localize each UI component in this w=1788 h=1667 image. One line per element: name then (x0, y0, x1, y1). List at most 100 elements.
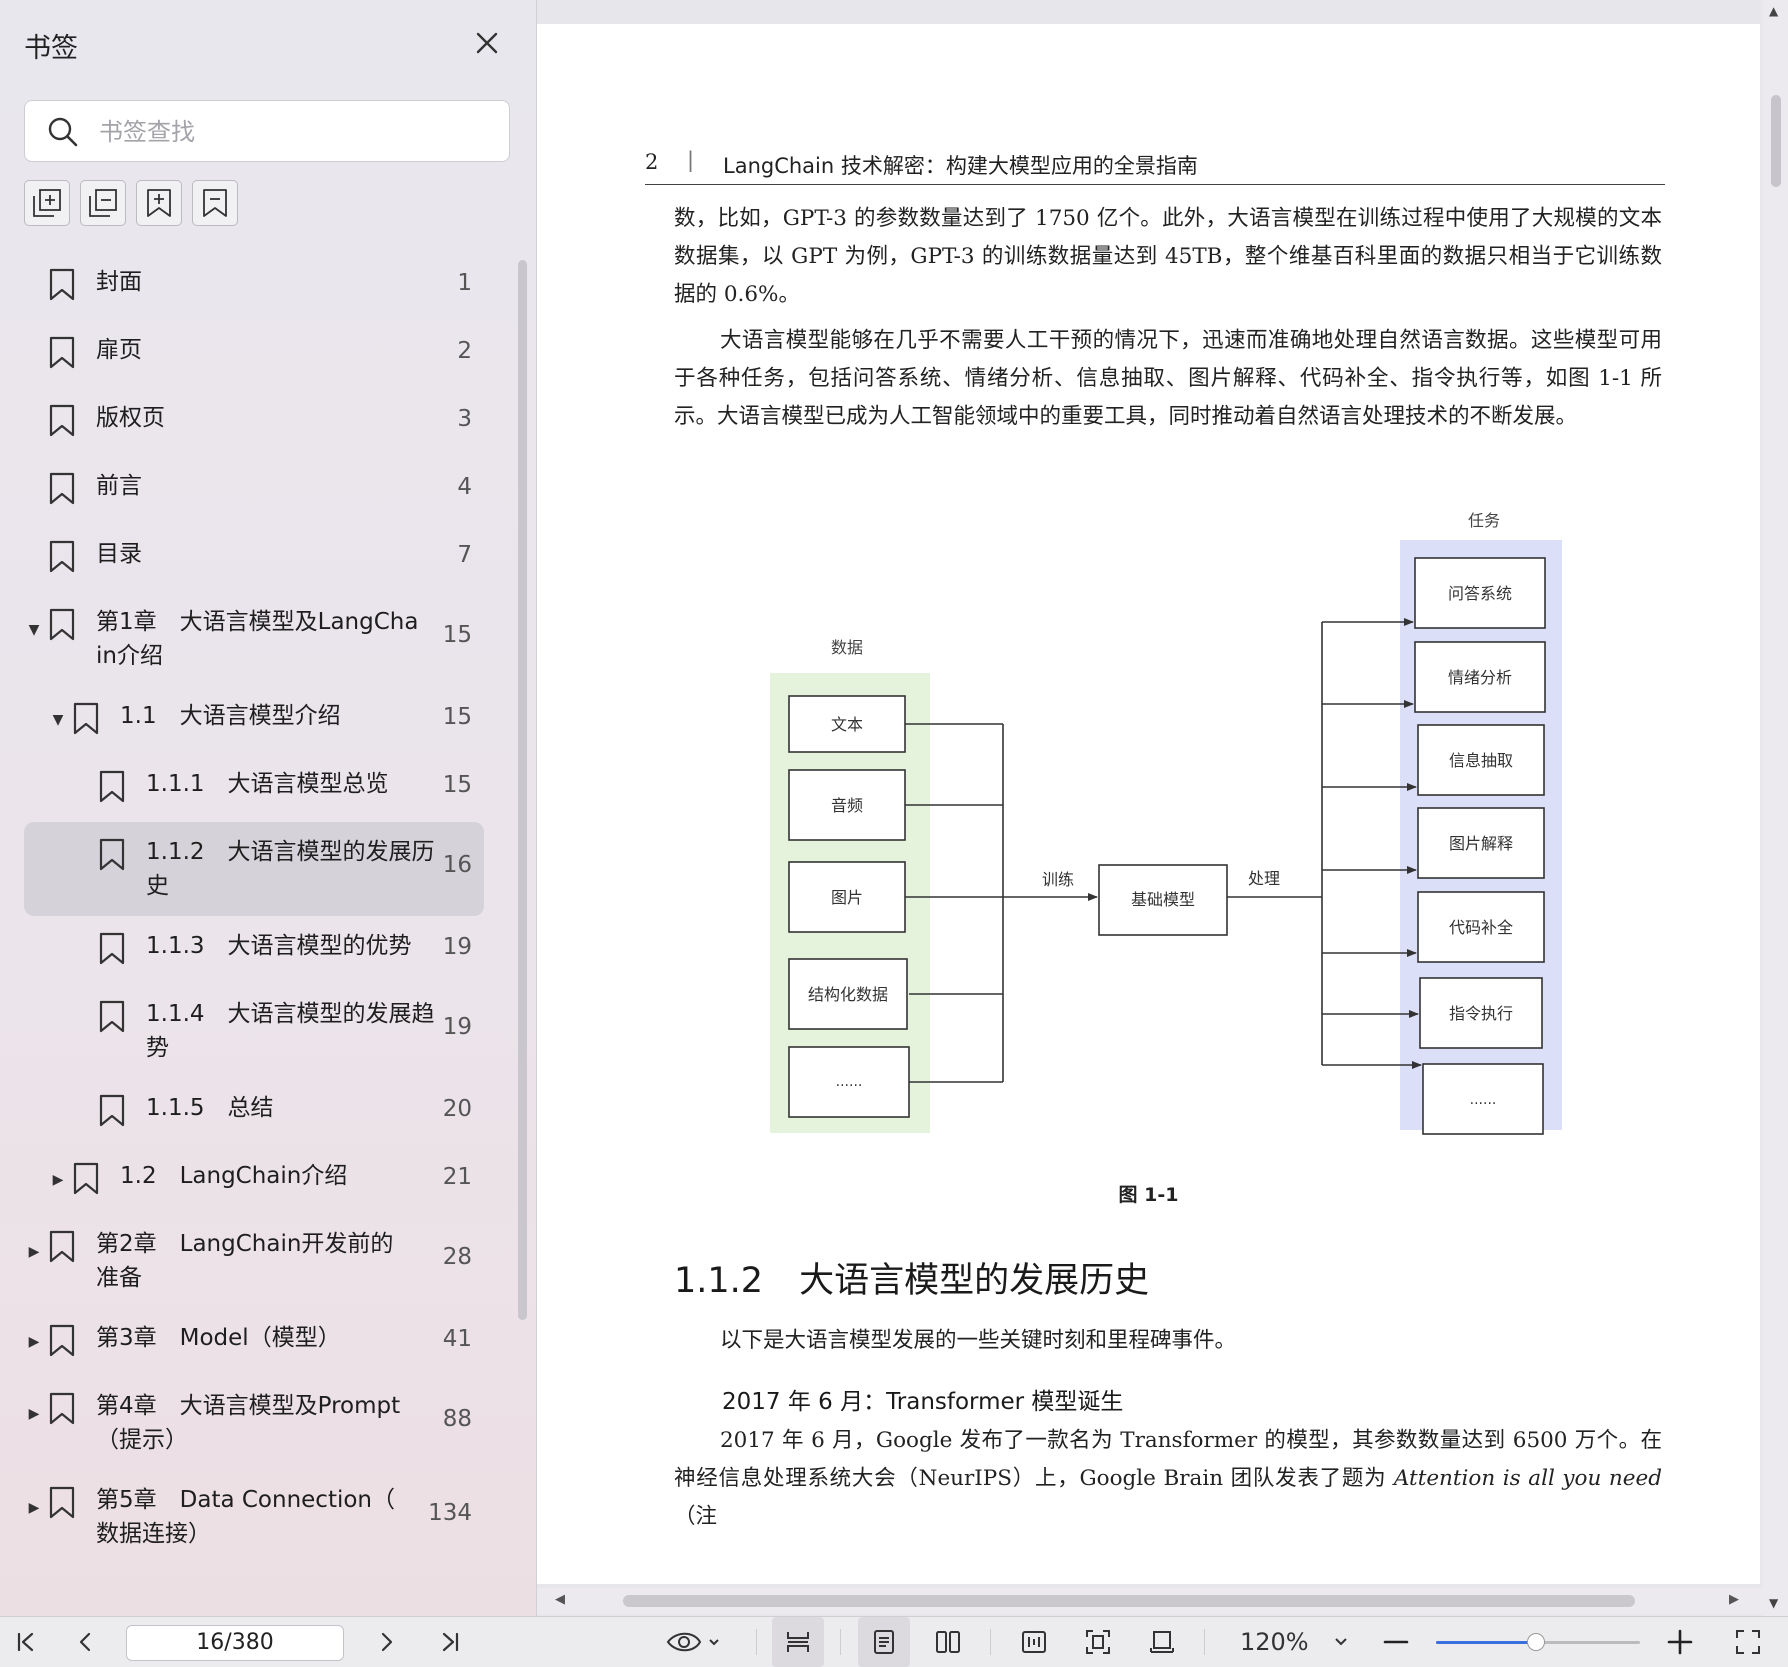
bookmark-item[interactable]: 目录 7 (0, 524, 510, 592)
bookmark-icon (99, 838, 125, 871)
bookmark-page-icon[interactable] (192, 180, 238, 226)
close-icon[interactable] (470, 26, 504, 60)
task-item-label: 情绪分析 (1448, 668, 1512, 687)
task-item-label: 代码补全 (1449, 918, 1513, 937)
bookmark-item[interactable]: 1.1.1 大语言模型总览 15 (0, 754, 510, 822)
collapsed-triangle-icon[interactable]: ▶ (26, 1244, 42, 1260)
bookmark-icon (73, 1162, 99, 1195)
collapsed-triangle-icon[interactable]: ▶ (26, 1406, 42, 1422)
toolbar-divider (1204, 1629, 1205, 1655)
single-page-icon[interactable] (858, 1617, 910, 1667)
task-item-label: ...... (1470, 1092, 1497, 1108)
last-page-icon[interactable] (430, 1617, 470, 1667)
bookmark-item[interactable]: 1.1.3 大语言模型的优势 19 (0, 916, 510, 984)
next-page-icon[interactable] (366, 1617, 406, 1667)
scroll-right-icon[interactable]: ▶ (1729, 1592, 1739, 1607)
bookmark-item[interactable]: ▼ 第1章 大语言模型及LangCha in介绍 15 (0, 592, 510, 686)
bookmark-item[interactable]: ▶ 第3章 Model（模型） 41 (0, 1308, 510, 1376)
expanded-triangle-icon[interactable]: ▼ (26, 622, 42, 638)
collapsed-triangle-icon[interactable]: ▶ (26, 1500, 42, 1516)
body-block-top: 数，比如，GPT-3 的参数数量达到了 1750 亿个。此外，大语言模型在训练过… (674, 200, 1662, 436)
scroll-left-icon[interactable]: ◀ (555, 1592, 565, 1607)
two-page-icon[interactable] (922, 1617, 974, 1667)
task-box: 代码补全 (1417, 891, 1545, 963)
data-box: ...... (788, 1046, 910, 1118)
header-rule (645, 184, 1665, 185)
bookmark-icon (99, 770, 125, 803)
zoom-out-icon[interactable] (1378, 1617, 1414, 1667)
zoom-in-icon[interactable] (1662, 1617, 1698, 1667)
bookmark-page-number: 88 (442, 1406, 472, 1432)
bookmark-item[interactable]: ▼ 1.1 大语言模型介绍 15 (0, 686, 510, 754)
bookmark-item[interactable]: ▶ 第2章 LangChain开发前的 准备 28 (0, 1214, 510, 1308)
bookmark-item[interactable]: 1.1.2 大语言模型的发展历 史 16 (24, 822, 484, 916)
subheading: 2017 年 6 月：Transformer 模型诞生 (722, 1389, 1124, 1415)
collapse-all-icon[interactable] (80, 180, 126, 226)
bookmark-icon (49, 1486, 75, 1519)
first-page-icon[interactable] (6, 1617, 46, 1667)
bookmark-item[interactable]: ▶ 第4章 大语言模型及Prompt （提示） 88 (0, 1376, 510, 1470)
view-mode-eye-icon[interactable] (664, 1617, 724, 1667)
previous-page-icon[interactable] (66, 1617, 106, 1667)
zoom-slider-knob[interactable] (1526, 1633, 1545, 1651)
fit-width-icon[interactable] (1008, 1617, 1060, 1667)
continuous-scroll-icon[interactable] (772, 1617, 824, 1667)
fullscreen-icon[interactable] (1728, 1617, 1768, 1667)
bookmark-page-number: 2 (457, 338, 472, 364)
data-box: 结构化数据 (788, 958, 908, 1030)
bookmark-page-number: 16 (442, 852, 472, 878)
bookmark-item[interactable]: 1.1.5 总结 20 (0, 1078, 510, 1146)
page-number-input[interactable]: 16/380 (126, 1625, 344, 1661)
panel-title: 书签 (24, 33, 78, 64)
bookmark-icon (49, 1324, 75, 1357)
bookmark-toolbar (24, 180, 238, 226)
data-item-label: ...... (836, 1074, 863, 1090)
paragraph-tail: （注 (674, 1504, 718, 1529)
collapsed-triangle-icon[interactable]: ▶ (50, 1172, 66, 1188)
expand-all-icon[interactable] (24, 180, 70, 226)
bookmark-item[interactable]: 扉页 2 (0, 320, 510, 388)
bookmark-page-number: 21 (442, 1164, 472, 1190)
bookmark-item[interactable]: 封面 1 (0, 252, 510, 320)
horizontal-scroll-thumb[interactable] (623, 1595, 1635, 1607)
bookmark-item[interactable]: 1.1.4 大语言模型的发展趋 势 19 (0, 984, 510, 1078)
bookmark-icon (49, 404, 75, 437)
bookmark-label: 第3章 Model（模型） (96, 1325, 341, 1351)
bookmark-item[interactable]: 前言 4 (0, 456, 510, 524)
horizontal-scrollbar[interactable]: ◀ ▶ (537, 1588, 1763, 1614)
vertical-scroll-thumb[interactable] (1771, 95, 1781, 187)
section-heading: 1.1.2 大语言模型的发展历史 (674, 1252, 1149, 1303)
paragraph: 大语言模型能够在几乎不需要人工干预的情况下，迅速而准确地处理自然语言数据。这些模… (674, 328, 1662, 429)
bookmark-icon (49, 1230, 75, 1263)
rotate-page-icon[interactable] (1136, 1617, 1188, 1667)
panel-scrollbar[interactable] (518, 260, 527, 1320)
zoom-level[interactable]: 120% (1240, 1625, 1309, 1659)
bookmark-item[interactable]: 版权页 3 (0, 388, 510, 456)
data-item-label: 图片 (831, 888, 863, 907)
bookmark-page-number: 15 (442, 622, 472, 648)
expanded-triangle-icon[interactable]: ▼ (50, 712, 66, 728)
zoom-slider[interactable] (1436, 1633, 1640, 1651)
scroll-up-icon[interactable]: ▲ (1769, 4, 1778, 18)
add-bookmark-icon[interactable] (136, 180, 182, 226)
vertical-scrollbar[interactable]: ▲ ▼ (1763, 0, 1788, 1616)
bookmark-label: 目录 (96, 541, 142, 567)
bookmark-label: 1.1.5 总结 (146, 1095, 274, 1121)
fit-page-icon[interactable] (1072, 1617, 1124, 1667)
bookmark-search-field[interactable] (24, 100, 510, 162)
bookmark-page-number: 20 (442, 1096, 472, 1122)
search-input[interactable] (97, 111, 491, 153)
bottom-toolbar: 16/380 120% (0, 1616, 1788, 1667)
data-item-label: 结构化数据 (808, 985, 888, 1004)
bookmark-item[interactable]: ▶ 第5章 Data Connection（ 数据连接） 134 (0, 1470, 510, 1564)
bookmark-icon (49, 1392, 75, 1425)
scroll-down-icon[interactable]: ▼ (1769, 1596, 1778, 1610)
task-box: 信息抽取 (1417, 724, 1545, 796)
document-viewer: 2 | LangChain 技术解密：构建大模型应用的全景指南 数，比如，GPT… (537, 0, 1788, 1616)
bookmark-item[interactable]: ▶ 1.2 LangChain介绍 21 (0, 1146, 510, 1214)
body-block-end: 2017 年 6 月，Google 发布了一款名为 Transformer 的模… (674, 1422, 1662, 1536)
zoom-dropdown-chevron-icon[interactable] (1326, 1617, 1356, 1667)
task-connector (1227, 622, 1323, 1065)
toolbar-divider (840, 1629, 841, 1655)
collapsed-triangle-icon[interactable]: ▶ (26, 1334, 42, 1350)
